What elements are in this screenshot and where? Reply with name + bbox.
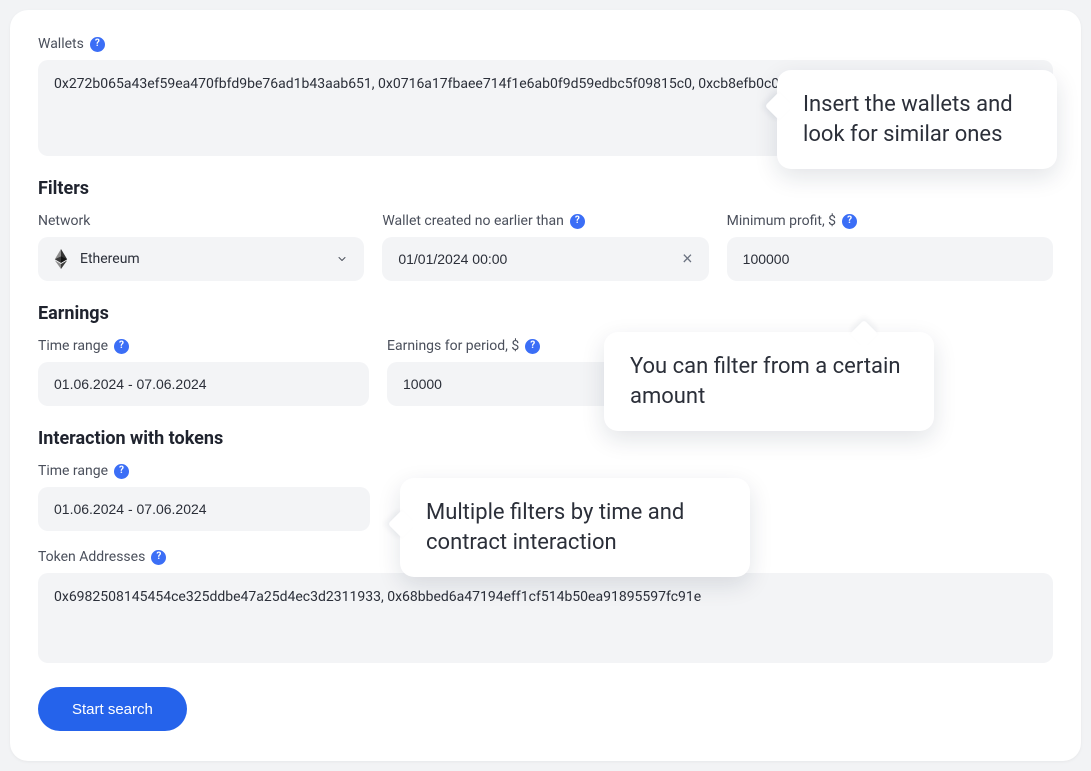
minprofit-input[interactable] (727, 237, 1053, 281)
token-addresses-input[interactable] (38, 573, 1053, 663)
ethereum-icon (54, 249, 68, 269)
help-icon[interactable]: ? (114, 464, 129, 479)
network-select[interactable]: Ethereum (38, 237, 364, 281)
network-value: Ethereum (80, 251, 140, 267)
tooltip-amount: You can filter from a certain amount (604, 332, 934, 431)
help-icon[interactable]: ? (114, 339, 129, 354)
tooltip-filters: Multiple filters by time and contract in… (400, 478, 750, 577)
earnings-period-label: Earnings for period, $ (387, 338, 519, 354)
tooltip-amount-text: You can filter from a certain amount (630, 354, 901, 409)
created-col: Wallet created no earlier than ? × (382, 213, 708, 281)
earnings-timerange-col: Time range ? (38, 338, 369, 406)
help-icon[interactable]: ? (90, 37, 105, 52)
help-icon[interactable]: ? (842, 214, 857, 229)
earnings-timerange-label: Time range (38, 338, 108, 354)
token-addresses-label: Token Addresses (38, 549, 145, 565)
created-label-row: Wallet created no earlier than ? (382, 213, 708, 229)
interaction-timerange-label-row: Time range ? (38, 463, 370, 479)
interaction-timerange-input[interactable] (38, 487, 370, 531)
earnings-heading: Earnings (38, 303, 1053, 324)
minprofit-col: Minimum profit, $ ? (727, 213, 1053, 281)
tooltip-tail (388, 510, 416, 538)
tooltip-filters-text: Multiple filters by time and contract in… (426, 500, 684, 555)
tooltip-tail (850, 320, 878, 348)
interaction-timerange-wrap: Time range ? (38, 463, 370, 531)
search-form-card: Wallets ? Filters Network Ethereum Walle… (10, 10, 1081, 761)
created-input-wrap: × (382, 237, 708, 281)
earnings-timerange-label-row: Time range ? (38, 338, 369, 354)
help-icon[interactable]: ? (525, 339, 540, 354)
start-search-button[interactable]: Start search (38, 687, 187, 731)
network-label: Network (38, 213, 90, 229)
created-label: Wallet created no earlier than (382, 213, 564, 229)
wallets-label-row: Wallets ? (38, 36, 1053, 52)
earnings-timerange-input[interactable] (38, 362, 369, 406)
wallets-label: Wallets (38, 36, 84, 52)
filters-row: Network Ethereum Wallet created no earli… (38, 213, 1053, 281)
tooltip-wallets: Insert the wallets and look for similar … (777, 70, 1057, 169)
tooltip-wallets-text: Insert the wallets and look for similar … (803, 92, 1013, 147)
minprofit-label-row: Minimum profit, $ ? (727, 213, 1053, 229)
network-col: Network Ethereum (38, 213, 364, 281)
interaction-heading: Interaction with tokens (38, 428, 1053, 449)
help-icon[interactable]: ? (570, 214, 585, 229)
minprofit-label: Minimum profit, $ (727, 213, 836, 229)
help-icon[interactable]: ? (151, 550, 166, 565)
filters-heading: Filters (38, 178, 1053, 199)
chevron-down-icon (336, 253, 348, 265)
clear-button[interactable]: × (678, 245, 697, 274)
interaction-timerange-label: Time range (38, 463, 108, 479)
created-input[interactable] (382, 237, 708, 281)
network-label-row: Network (38, 213, 364, 229)
